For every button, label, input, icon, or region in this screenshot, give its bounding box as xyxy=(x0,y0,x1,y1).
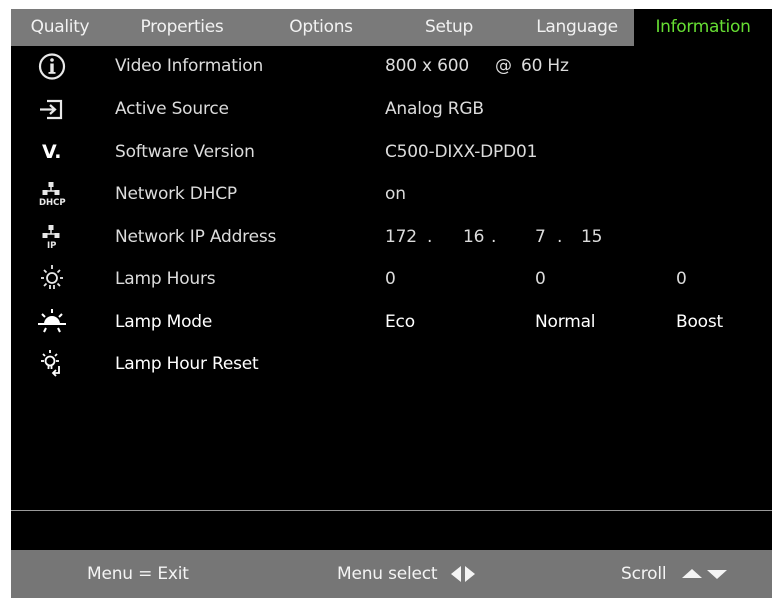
lamp-hours-boost: 0 xyxy=(676,269,687,289)
lamp-hours-eco: 0 xyxy=(385,269,396,289)
row-label: Lamp Mode xyxy=(115,312,213,332)
tab-language[interactable]: Language xyxy=(523,9,631,46)
ip-dot: . xyxy=(557,227,563,247)
lamp-hours-normal: 0 xyxy=(535,269,546,289)
tab-quality[interactable]: Quality xyxy=(11,9,109,46)
lamp-reset-icon xyxy=(29,344,75,385)
row-lamp-hours: Lamp Hours 0 0 0 xyxy=(11,259,772,300)
lamp-mode-option-normal[interactable]: Normal xyxy=(535,302,596,343)
dhcp-value: on xyxy=(385,184,406,204)
ip-octet-4: 15 xyxy=(581,227,603,247)
ip-octet-1: 172 xyxy=(385,227,417,247)
row-label: Video Information xyxy=(115,56,264,76)
footer-divider xyxy=(11,510,772,511)
scroll-label: Scroll xyxy=(621,564,667,584)
version-glyph: V. xyxy=(42,141,62,163)
tab-bar: Quality Properties Options Setup Languag… xyxy=(11,9,772,46)
row-label: Lamp Hours xyxy=(115,269,216,289)
scroll-hint: Scroll xyxy=(621,550,732,598)
dhcp-glyph: DHCP xyxy=(39,198,66,208)
lamp-mode-option-boost[interactable]: Boost xyxy=(676,302,723,343)
menu-select-label: Menu select xyxy=(337,564,438,584)
network-dhcp-icon: DHCP xyxy=(29,174,75,215)
network-ip-icon: IP xyxy=(29,217,75,258)
row-software-version: V. Software Version C500-DIXX-DPD01 xyxy=(11,132,772,173)
version-icon: V. xyxy=(29,132,75,173)
lamp-mode-icon xyxy=(29,302,75,343)
lamp-hours-icon xyxy=(29,259,75,300)
row-network-ip-address: IP Network IP Address 172 . 16 . 7 . 15 xyxy=(11,217,772,258)
footer-bar: Menu = Exit Menu select Scroll xyxy=(11,550,772,598)
active-source-value: Analog RGB xyxy=(385,99,484,119)
row-label: Active Source xyxy=(115,99,229,119)
resolution-value: 800 x 600 xyxy=(385,56,469,76)
at-symbol: @ xyxy=(495,56,512,76)
ip-glyph: IP xyxy=(47,241,57,251)
menu-exit-hint: Menu = Exit xyxy=(87,564,189,584)
row-label: Lamp Hour Reset xyxy=(115,354,259,374)
row-label: Software Version xyxy=(115,142,255,162)
lamp-mode-option-eco[interactable]: Eco xyxy=(385,302,415,343)
ip-dot: . xyxy=(491,227,497,247)
osd-menu: Quality Properties Options Setup Languag… xyxy=(11,9,772,598)
row-lamp-hour-reset[interactable]: Lamp Hour Reset xyxy=(11,344,772,385)
left-right-arrows-icon xyxy=(450,566,475,582)
row-label: Network IP Address xyxy=(115,227,277,247)
row-active-source: Active Source Analog RGB xyxy=(11,89,772,130)
up-down-arrows-icon xyxy=(681,569,727,579)
tab-information[interactable]: Information xyxy=(634,9,772,46)
ip-octet-2: 16 xyxy=(463,227,485,247)
ip-dot: . xyxy=(427,227,433,247)
row-video-information: Video Information 800 x 600 @ 60 Hz xyxy=(11,46,772,87)
software-version-value: C500-DIXX-DPD01 xyxy=(385,142,538,162)
menu-select-hint: Menu select xyxy=(337,550,483,598)
row-network-dhcp: DHCP Network DHCP on xyxy=(11,174,772,215)
ip-octet-3: 7 xyxy=(535,227,546,247)
row-label: Network DHCP xyxy=(115,184,237,204)
row-lamp-mode[interactable]: Lamp Mode Eco Normal Boost xyxy=(11,302,772,343)
tab-properties[interactable]: Properties xyxy=(117,9,247,46)
input-source-icon xyxy=(29,89,75,130)
info-icon xyxy=(29,46,75,87)
tab-options[interactable]: Options xyxy=(273,9,369,46)
tab-setup[interactable]: Setup xyxy=(397,9,501,46)
refresh-rate-value: 60 Hz xyxy=(521,56,569,76)
